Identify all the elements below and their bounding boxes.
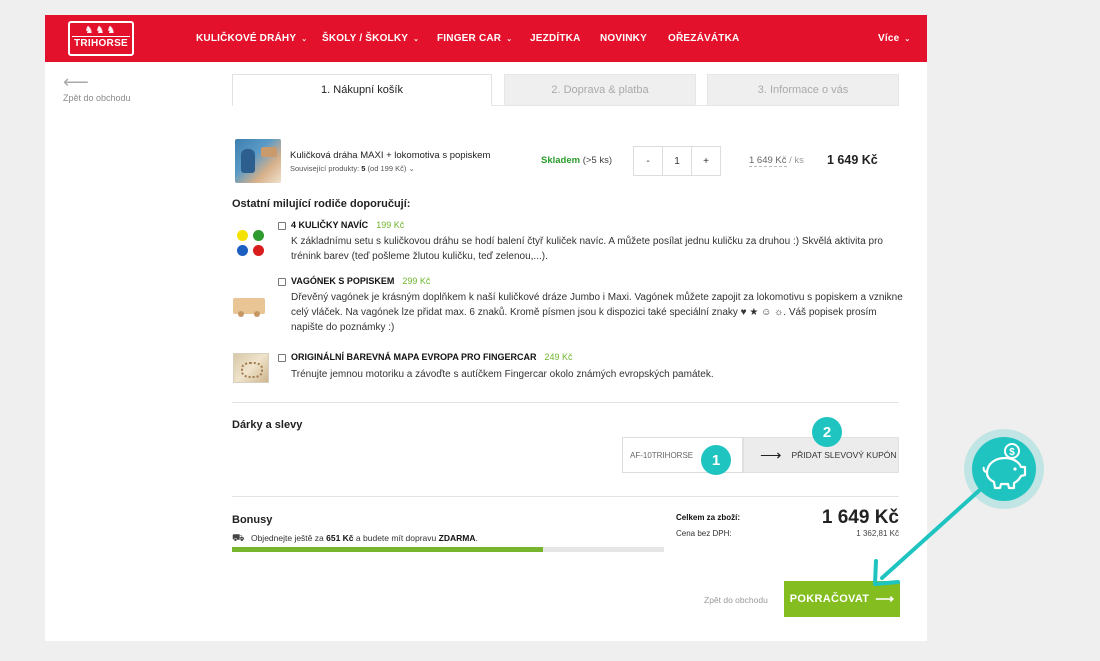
annotation-arrow (873, 486, 984, 586)
